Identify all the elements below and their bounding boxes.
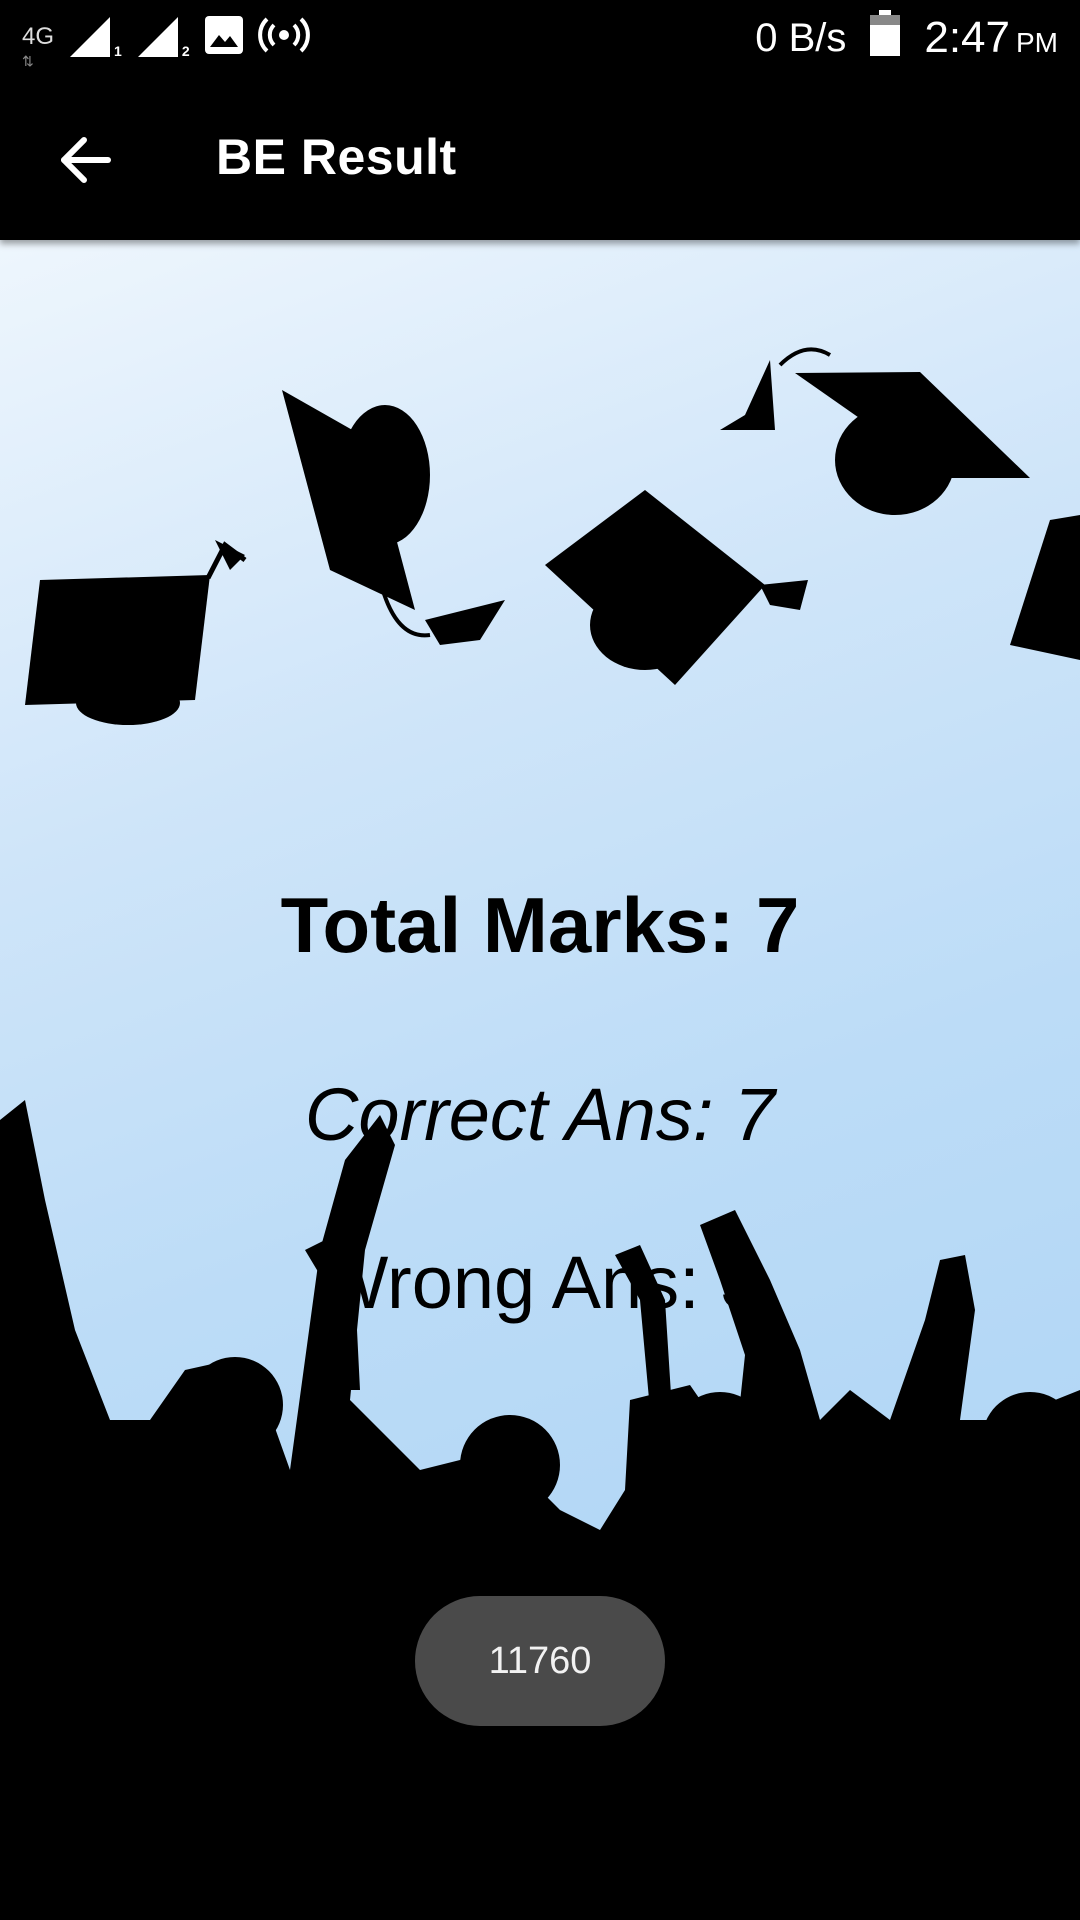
correct-answers-text: Correct Ans: 7 bbox=[304, 1073, 776, 1156]
wrong-answers-text: Wrong Ans: 3 bbox=[318, 1241, 762, 1324]
graduation-caps bbox=[25, 347, 1080, 725]
result-content: Total Marks: 7 Correct Ans: 7 Wrong Ans:… bbox=[0, 240, 1080, 1920]
sim2-label: 2 bbox=[181, 43, 190, 59]
status-bar: 4G ⇅ 1 2 0 B/s 2:47 PM bbox=[0, 0, 1080, 75]
battery-icon bbox=[870, 10, 901, 66]
result-screen: 4G ⇅ 1 2 0 B/s 2:47 PM BE Result Total M… bbox=[0, 0, 1080, 1920]
back-button[interactable] bbox=[40, 115, 130, 205]
network-type-label: 4G ⇅ bbox=[22, 23, 55, 70]
cell-signal-icon-sim2: 2 bbox=[136, 15, 190, 59]
clock: 2:47 PM bbox=[924, 13, 1058, 63]
status-right-icons: 0 B/s 2:47 PM bbox=[755, 8, 1058, 68]
image-notification-icon bbox=[204, 15, 244, 60]
toast-message: 11760 bbox=[415, 1596, 665, 1726]
network-type-text: 4G bbox=[22, 23, 55, 50]
app-bar: BE Result bbox=[0, 75, 1080, 240]
total-marks-text: Total Marks: 7 bbox=[280, 881, 800, 969]
arrow-back-icon bbox=[61, 137, 111, 183]
status-left-icons: 4G ⇅ 1 2 bbox=[22, 12, 310, 70]
cell-signal-icon-sim1: 1 bbox=[68, 15, 122, 59]
hotspot-icon bbox=[257, 15, 310, 60]
page-title: BE Result bbox=[216, 129, 457, 185]
clock-ampm: PM bbox=[1016, 27, 1058, 58]
data-arrows-icon: ⇅ bbox=[22, 53, 34, 69]
sim1-label: 1 bbox=[114, 43, 122, 59]
crowd-silhouette bbox=[0, 1100, 1080, 1920]
clock-time: 2:47 bbox=[924, 13, 1010, 62]
data-speed: 0 B/s bbox=[755, 15, 847, 60]
